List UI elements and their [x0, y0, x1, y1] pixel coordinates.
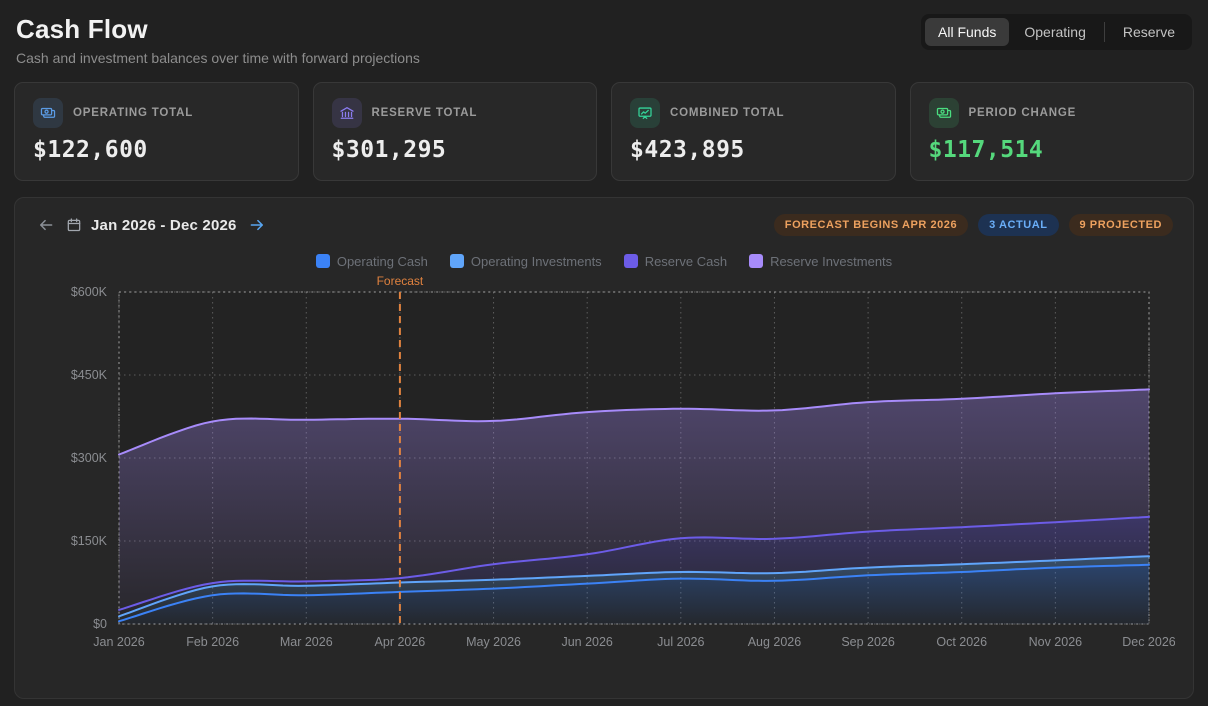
legend-swatch	[316, 254, 330, 268]
tab-divider	[1104, 22, 1105, 42]
forecast-begins-badge: FORECAST BEGINS APR 2026	[774, 214, 968, 236]
arrow-right-icon	[248, 216, 266, 234]
svg-text:$450K: $450K	[71, 368, 108, 382]
title-block: Cash Flow Cash and investment balances o…	[16, 14, 420, 66]
status-badges: FORECAST BEGINS APR 2026 3 ACTUAL 9 PROJ…	[774, 214, 1173, 236]
svg-text:Aug 2026: Aug 2026	[748, 635, 802, 649]
date-range-label: Jan 2026 - Dec 2026	[91, 217, 237, 234]
svg-text:Jun 2026: Jun 2026	[561, 635, 612, 649]
legend-swatch	[749, 254, 763, 268]
svg-text:Dec 2026: Dec 2026	[1122, 635, 1175, 649]
actual-count-badge: 3 ACTUAL	[978, 214, 1058, 236]
page-subtitle: Cash and investment balances over time w…	[16, 50, 420, 66]
projected-count-badge: 9 PROJECTED	[1069, 214, 1173, 236]
card-value: $122,600	[33, 137, 280, 163]
card-label: COMBINED TOTAL	[670, 107, 784, 119]
card-label: PERIOD CHANGE	[969, 107, 1077, 119]
chart-header: Jan 2026 - Dec 2026 FORECAST BEGINS APR …	[35, 214, 1173, 236]
legend-item-reserve-investments: Reserve Investments	[749, 254, 892, 269]
legend-item-reserve-cash: Reserve Cash	[624, 254, 727, 269]
trend-chart-icon	[630, 98, 660, 128]
card-label: RESERVE TOTAL	[372, 107, 478, 119]
svg-text:$300K: $300K	[71, 451, 108, 465]
legend-item-operating-investments: Operating Investments	[450, 254, 602, 269]
card-reserve-total: RESERVE TOTAL $301,295	[313, 82, 598, 181]
svg-text:May 2026: May 2026	[466, 635, 521, 649]
svg-text:Oct 2026: Oct 2026	[936, 635, 987, 649]
arrow-left-icon	[37, 216, 55, 234]
cash-flow-page: Cash Flow Cash and investment balances o…	[0, 0, 1208, 706]
card-value: $301,295	[332, 137, 579, 163]
chart-panel: Jan 2026 - Dec 2026 FORECAST BEGINS APR …	[14, 197, 1194, 699]
banknotes-icon	[929, 98, 959, 128]
page-title: Cash Flow	[16, 14, 420, 45]
chart-area: $0 $150K $300K $450K $600K Jan 2026 Feb 2026 Ma…	[35, 272, 1173, 669]
next-period-button[interactable]	[246, 214, 268, 236]
svg-text:Feb 2026: Feb 2026	[186, 635, 239, 649]
svg-text:$150K: $150K	[71, 534, 108, 548]
svg-text:Nov 2026: Nov 2026	[1029, 635, 1083, 649]
fund-filter-tabs: All Funds Operating Reserve	[921, 14, 1192, 50]
tab-all-funds[interactable]: All Funds	[925, 18, 1009, 46]
stat-cards-row: OPERATING TOTAL $122,600 RESERVE TOTAL $…	[14, 82, 1194, 181]
date-range-nav: Jan 2026 - Dec 2026	[35, 214, 268, 236]
card-combined-total: COMBINED TOTAL $423,895	[611, 82, 896, 181]
card-period-change: PERIOD CHANGE $117,514	[910, 82, 1195, 181]
legend-item-operating-cash: Operating Cash	[316, 254, 428, 269]
card-operating-total: OPERATING TOTAL $122,600	[14, 82, 299, 181]
tab-reserve[interactable]: Reserve	[1110, 18, 1188, 46]
svg-text:Jan 2026: Jan 2026	[93, 635, 144, 649]
svg-text:Jul 2026: Jul 2026	[657, 635, 704, 649]
legend-swatch	[624, 254, 638, 268]
forecast-label: Forecast	[377, 274, 424, 288]
svg-text:Apr 2026: Apr 2026	[375, 635, 426, 649]
svg-text:$0: $0	[93, 617, 107, 631]
chart-legend: Operating Cash Operating Investments Res…	[35, 252, 1173, 270]
svg-text:Mar 2026: Mar 2026	[280, 635, 333, 649]
top-bar: Cash Flow Cash and investment balances o…	[14, 14, 1194, 66]
tab-operating[interactable]: Operating	[1011, 18, 1098, 46]
prev-period-button[interactable]	[35, 214, 57, 236]
stacked-area-chart: $0 $150K $300K $450K $600K Jan 2026 Feb 2026 Ma…	[35, 272, 1175, 664]
calendar-icon	[66, 217, 82, 233]
banknotes-icon	[33, 98, 63, 128]
legend-swatch	[450, 254, 464, 268]
svg-text:$600K: $600K	[71, 285, 108, 299]
bank-icon	[332, 98, 362, 128]
card-value: $117,514	[929, 137, 1176, 163]
svg-text:Sep 2026: Sep 2026	[841, 635, 895, 649]
card-value: $423,895	[630, 137, 877, 163]
card-label: OPERATING TOTAL	[73, 107, 193, 119]
